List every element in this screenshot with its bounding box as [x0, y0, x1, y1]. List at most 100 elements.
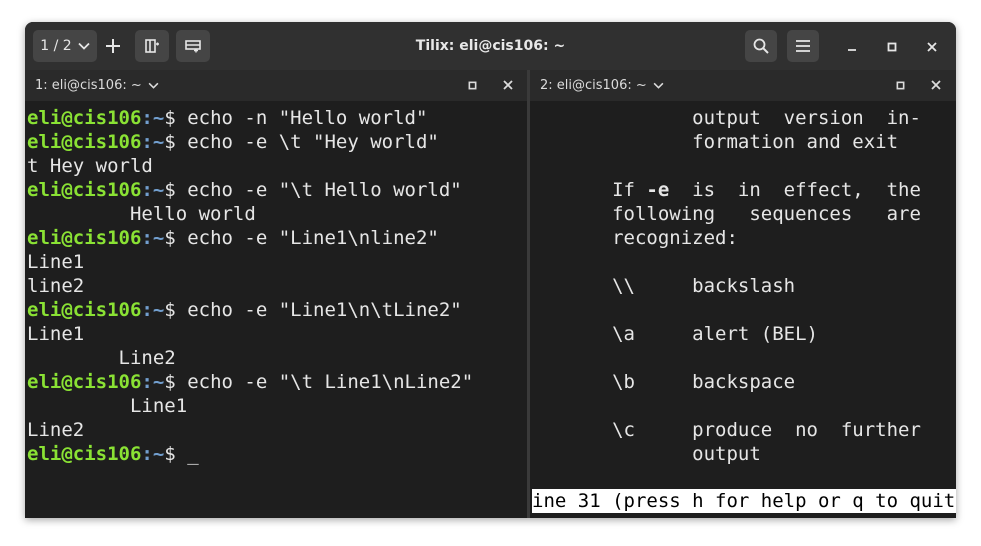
man-text: If — [532, 179, 647, 201]
prompt-path: ~ — [152, 227, 165, 249]
prompt-path: ~ — [152, 107, 165, 129]
prompt-symbol: $ — [164, 179, 176, 201]
prompt-line: eli@cis106:~$ echo -e "\t Line1\nLine2" — [27, 370, 473, 394]
prompt-user-host: eli@cis106 — [27, 443, 142, 465]
pane-title-label: 2: eli@cis106: ~ — [540, 78, 647, 93]
output-line: Hello world — [27, 202, 473, 226]
pane-title-dropdown-left[interactable]: 1: eli@cis106: ~ — [35, 70, 159, 101]
output-line: Line1 — [27, 322, 473, 346]
terminal-output-right[interactable]: output version in- formation and exit If… — [532, 106, 921, 466]
prompt-line: eli@cis106:~$ echo -e "Line1\nline2" — [27, 226, 473, 250]
output-text: Line1 — [27, 395, 188, 417]
pane-close-button[interactable] — [927, 77, 945, 95]
prompt-line: eli@cis106:~$ echo -e "Line1\n\tLine2" — [27, 298, 473, 322]
prompt-user-host: eli@cis106 — [27, 227, 142, 249]
command-text: echo -e "\t Line1\nLine2" — [175, 371, 474, 393]
man-page-line — [532, 346, 921, 370]
man-page-line — [532, 154, 921, 178]
prompt-path: ~ — [152, 179, 165, 201]
man-page-line: \b backspace — [532, 370, 921, 394]
terminal-output-left[interactable]: eli@cis106:~$ echo -n "Hello world" eli@c… — [27, 106, 473, 466]
search-icon — [753, 38, 769, 54]
output-text: line2 — [27, 275, 85, 297]
prompt-user-host: eli@cis106 — [27, 107, 142, 129]
chevron-down-icon — [148, 70, 159, 101]
maximize-button[interactable] — [880, 34, 904, 58]
prompt-symbol: $ — [164, 371, 176, 393]
terminal-pane-right[interactable]: 2: eli@cis106: ~ output version in- form — [530, 70, 956, 518]
close-button[interactable] — [920, 34, 944, 58]
man-page-line: recognized: — [532, 226, 921, 250]
pane-maximize-button[interactable] — [891, 77, 909, 95]
man-text: is in effect, the — [669, 179, 921, 201]
prompt-symbol: $ — [164, 443, 176, 465]
chevron-down-icon — [653, 70, 664, 101]
pane-title-dropdown-right[interactable]: 2: eli@cis106: ~ — [540, 70, 664, 101]
man-text: following sequences are — [532, 203, 921, 225]
man-page-line: output — [532, 442, 921, 466]
prompt-separator: : — [141, 227, 153, 249]
output-line: Line1 — [27, 394, 473, 418]
pane-title-label: 1: eli@cis106: ~ — [35, 78, 142, 93]
minimize-button[interactable] — [840, 34, 864, 58]
add-terminal-right-icon — [144, 38, 160, 54]
prompt-symbol: $ — [164, 227, 176, 249]
man-page-line: If -e is in effect, the — [532, 178, 921, 202]
search-button[interactable] — [745, 30, 777, 62]
man-text: \\ backslash — [532, 275, 796, 297]
prompt-user-host: eli@cis106 — [27, 179, 142, 201]
prompt-line: eli@cis106:~$ echo -e "\t Hello world" — [27, 178, 473, 202]
man-page-line: output version in- — [532, 106, 921, 130]
output-text: Hello world — [27, 203, 256, 225]
maximize-icon — [468, 79, 477, 94]
prompt-line: eli@cis106:~$ echo -n "Hello world" — [27, 106, 473, 130]
add-terminal-down-button[interactable] — [176, 30, 210, 62]
prompt-user-host: eli@cis106 — [27, 371, 142, 393]
prompt-user-host: eli@cis106 — [27, 131, 142, 153]
output-text: Line2 — [27, 347, 176, 369]
command-text: echo -e "\t Hello world" — [175, 179, 462, 201]
tilix-window: 1 / 2 Tilix: eli@cis106: ~ 1: eli@cis106… — [25, 22, 956, 518]
prompt-path: ~ — [152, 131, 165, 153]
man-page-line: \c produce no further — [532, 418, 921, 442]
prompt-separator: : — [141, 299, 153, 321]
close-icon — [927, 37, 937, 56]
output-line: Line2 — [27, 346, 473, 370]
add-session-button[interactable] — [97, 30, 129, 62]
close-icon — [503, 79, 513, 94]
prompt-separator: : — [141, 443, 153, 465]
hamburger-menu-icon — [795, 39, 811, 53]
output-text: t Hey world — [27, 155, 153, 177]
command-text: echo -e \t "Hey world" — [175, 131, 439, 153]
prompt-line: eli@cis106:~$ echo -e \t "Hey world" — [27, 130, 473, 154]
man-page-line: following sequences are — [532, 202, 921, 226]
prompt-path: ~ — [152, 299, 165, 321]
command-text: echo -e "Line1\nline2" — [175, 227, 439, 249]
prompt-path: ~ — [152, 371, 165, 393]
prompt-separator: : — [141, 107, 153, 129]
minimize-icon — [847, 37, 857, 56]
menu-button[interactable] — [787, 30, 819, 62]
add-terminal-right-button[interactable] — [135, 30, 169, 62]
terminal-pane-left[interactable]: 1: eli@cis106: ~ eli@cis106:~$ echo -n "… — [25, 70, 527, 518]
man-text: formation and exit — [532, 131, 899, 153]
prompt-separator: : — [141, 371, 153, 393]
close-icon — [931, 79, 941, 94]
man-page-line: \\ backslash — [532, 274, 921, 298]
pane-maximize-button[interactable] — [463, 77, 481, 95]
output-line: Line1 — [27, 250, 473, 274]
man-page-line: formation and exit — [532, 130, 921, 154]
command-text: echo -e "Line1\n\tLine2" — [175, 299, 462, 321]
man-page-line — [532, 298, 921, 322]
add-terminal-down-icon — [185, 38, 201, 54]
output-text: Line1 — [27, 251, 85, 273]
man-text: output version in- — [532, 107, 921, 129]
man-page-line: \a alert (BEL) — [532, 322, 921, 346]
man-page-line — [532, 394, 921, 418]
man-page-line — [532, 250, 921, 274]
pane-close-button[interactable] — [499, 77, 517, 95]
command-text: _ — [175, 443, 199, 465]
prompt-separator: : — [141, 131, 153, 153]
session-switcher-button[interactable]: 1 / 2 — [33, 30, 97, 62]
prompt-user-host: eli@cis106 — [27, 299, 142, 321]
